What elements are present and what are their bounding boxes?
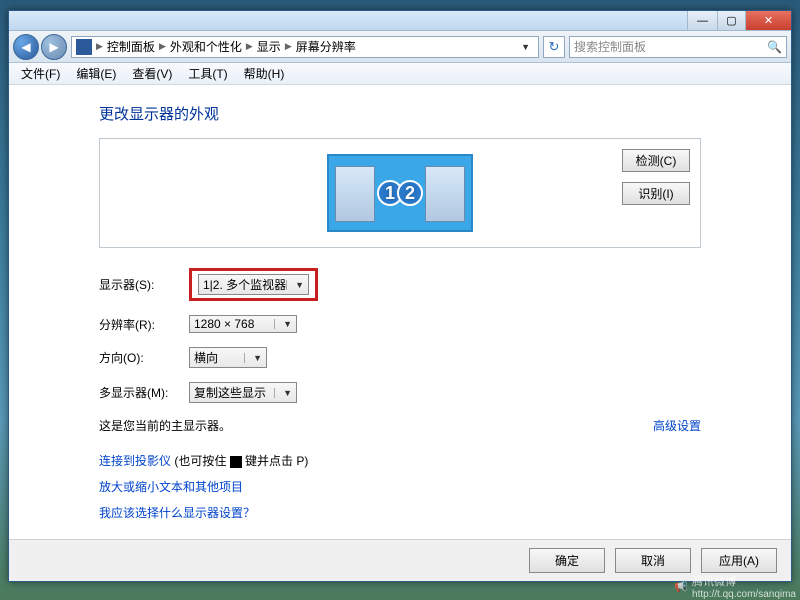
forward-button[interactable]: ▶ xyxy=(41,34,67,60)
detect-button[interactable]: 检测(C) xyxy=(622,149,690,172)
windows-key-icon xyxy=(230,456,242,468)
separator-icon: ▶ xyxy=(246,41,253,52)
content-area: 更改显示器的外观 1 2 检测(C) 识别(I) 显示器(S): 1|2. 多个… xyxy=(9,85,791,539)
separator-icon: ▶ xyxy=(285,41,292,52)
which-settings-link[interactable]: 我应该选择什么显示器设置？ xyxy=(99,506,255,520)
address-dropdown-icon[interactable]: ▼ xyxy=(517,42,534,52)
watermark: 📢 腾讯微博 http://t.qq.com/sanqima xyxy=(674,573,796,600)
crumb-resolution[interactable]: 屏幕分辨率 xyxy=(296,38,356,55)
multi-display-value: 复制这些显示 xyxy=(194,384,266,401)
minimize-button[interactable]: — xyxy=(687,11,717,30)
resolution-value: 1280 × 768 xyxy=(194,317,254,331)
watermark-brand: 腾讯微博 xyxy=(692,573,796,589)
orientation-label: 方向(O): xyxy=(99,349,189,366)
search-placeholder: 搜索控制面板 xyxy=(574,38,646,55)
separator-icon: ▶ xyxy=(96,41,103,52)
monitor-preview: 1 2 检测(C) 识别(I) xyxy=(99,138,701,248)
monitor-group[interactable]: 1 2 xyxy=(327,154,473,232)
crumb-control-panel[interactable]: 控制面板 xyxy=(107,38,155,55)
chevron-down-icon: ▼ xyxy=(274,319,292,329)
crumb-appearance[interactable]: 外观和个性化 xyxy=(170,38,242,55)
back-button[interactable]: ◀ xyxy=(13,34,39,60)
maximize-button[interactable]: ▢ xyxy=(717,11,745,30)
menu-help[interactable]: 帮助(H) xyxy=(236,65,293,82)
control-panel-icon xyxy=(76,39,92,55)
monitor-number-2: 2 xyxy=(397,180,423,206)
menu-view[interactable]: 查看(V) xyxy=(124,65,180,82)
ok-button[interactable]: 确定 xyxy=(529,548,605,573)
advanced-settings-link[interactable]: 高级设置 xyxy=(653,417,701,434)
crumb-display[interactable]: 显示 xyxy=(257,38,281,55)
chevron-down-icon: ▼ xyxy=(244,353,262,363)
display-value: 1|2. 多个监视器 xyxy=(203,276,286,293)
orientation-dropdown[interactable]: 横向 ▼ xyxy=(189,347,267,368)
close-button[interactable]: ✕ xyxy=(745,11,791,30)
search-input[interactable]: 搜索控制面板 🔍 xyxy=(569,36,787,58)
menu-file[interactable]: 文件(F) xyxy=(13,65,68,82)
apply-button[interactable]: 应用(A) xyxy=(701,548,777,573)
chevron-down-icon: ▼ xyxy=(286,280,304,290)
menu-tools[interactable]: 工具(T) xyxy=(180,65,235,82)
multi-display-dropdown[interactable]: 复制这些显示 ▼ xyxy=(189,382,297,403)
refresh-button[interactable]: ↻ xyxy=(543,36,565,58)
projector-hint-pre: (也可按住 xyxy=(171,454,230,468)
monitor-thumb-1 xyxy=(335,166,375,222)
chevron-down-icon: ▼ xyxy=(274,388,292,398)
monitor-thumb-2 xyxy=(425,166,465,222)
search-icon[interactable]: 🔍 xyxy=(767,40,782,54)
watermark-url: http://t.qq.com/sanqima xyxy=(692,589,796,600)
display-label: 显示器(S): xyxy=(99,276,189,293)
multi-display-label: 多显示器(M): xyxy=(99,384,189,401)
separator-icon: ▶ xyxy=(159,41,166,52)
resolution-label: 分辨率(R): xyxy=(99,316,189,333)
menubar: 文件(F) 编辑(E) 查看(V) 工具(T) 帮助(H) xyxy=(9,63,791,85)
projector-hint-post: 键并点击 P) xyxy=(242,454,309,468)
projector-link[interactable]: 连接到投影仪 xyxy=(99,454,171,468)
cancel-button[interactable]: 取消 xyxy=(615,548,691,573)
weibo-icon: 📢 xyxy=(674,580,688,593)
display-dropdown[interactable]: 1|2. 多个监视器 ▼ xyxy=(198,274,309,295)
menu-edit[interactable]: 编辑(E) xyxy=(68,65,124,82)
orientation-value: 横向 xyxy=(194,349,218,366)
navbar: ◀ ▶ ▶ 控制面板 ▶ 外观和个性化 ▶ 显示 ▶ 屏幕分辨率 ▼ ↻ 搜索控… xyxy=(9,31,791,63)
help-links: 连接到投影仪 (也可按住 键并点击 P) 放大或缩小文本和其他项目 我应该选择什… xyxy=(99,448,701,526)
resolution-dropdown[interactable]: 1280 × 768 ▼ xyxy=(189,315,297,333)
address-bar[interactable]: ▶ 控制面板 ▶ 外观和个性化 ▶ 显示 ▶ 屏幕分辨率 ▼ xyxy=(71,36,539,58)
control-panel-window: — ▢ ✕ ◀ ▶ ▶ 控制面板 ▶ 外观和个性化 ▶ 显示 ▶ 屏幕分辨率 ▼… xyxy=(8,10,792,582)
highlight-annotation: 1|2. 多个监视器 ▼ xyxy=(189,268,318,301)
identify-button[interactable]: 识别(I) xyxy=(622,182,690,205)
primary-monitor-note: 这是您当前的主显示器。 xyxy=(99,417,231,434)
page-title: 更改显示器的外观 xyxy=(99,103,701,124)
text-size-link[interactable]: 放大或缩小文本和其他项目 xyxy=(99,480,243,494)
titlebar: — ▢ ✕ xyxy=(9,11,791,31)
